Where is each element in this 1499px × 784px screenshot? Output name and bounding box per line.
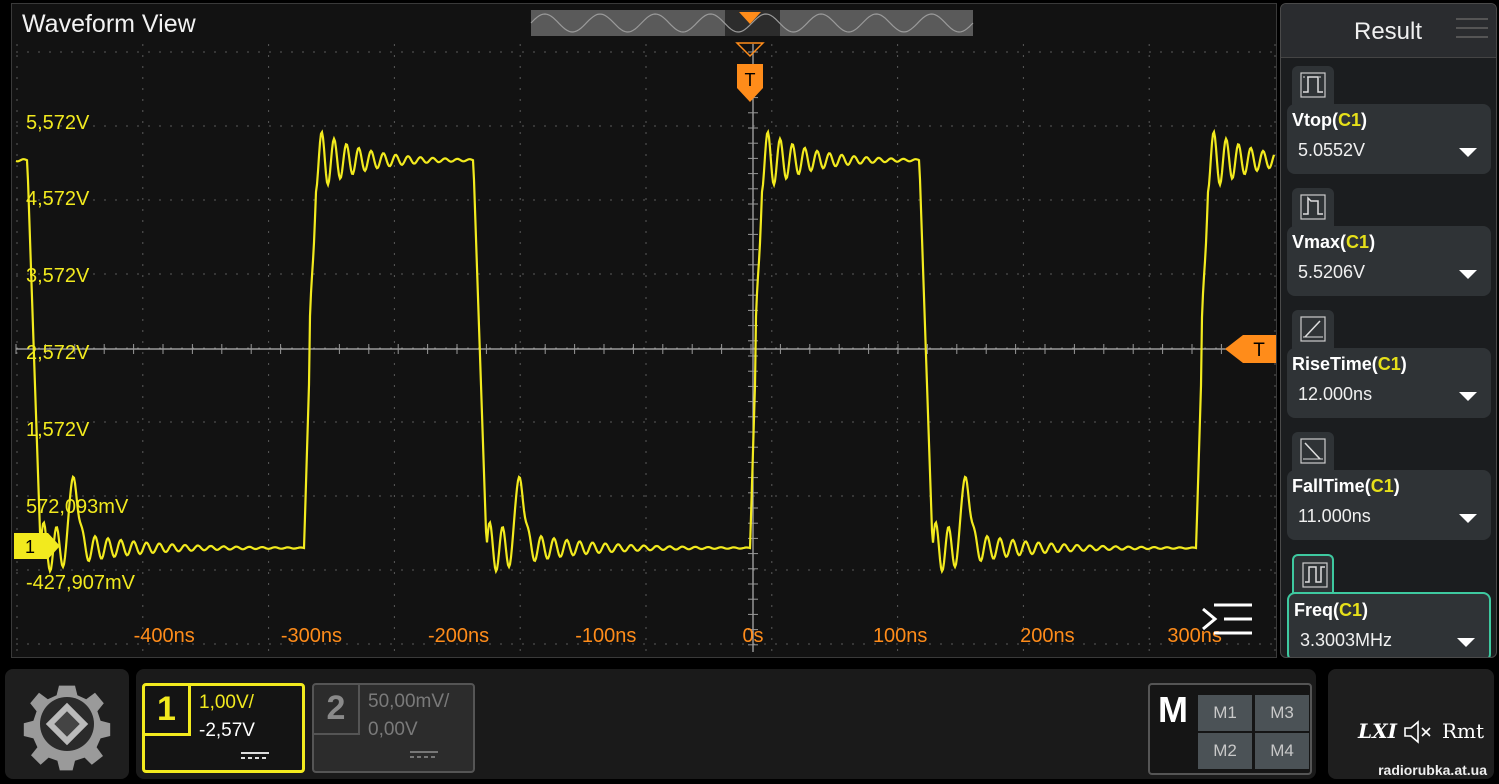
measurement-vmax[interactable]: Vmax(C1) 5.5206V: [1287, 188, 1491, 302]
y-axis-label: 3,572V: [26, 265, 90, 287]
measurement-value: 12.000ns: [1298, 384, 1373, 404]
watermark: radiorubka.at.ua: [1378, 762, 1487, 778]
y-axis-label: 4,572V: [26, 188, 90, 210]
measurement-value: 5.0552V: [1298, 140, 1366, 160]
y-axis-label: -427,907mV: [26, 572, 136, 594]
result-title: Result: [1354, 18, 1423, 45]
x-axis-label: -300ns: [281, 625, 342, 647]
measurement-label: RiseTime(C1): [1292, 354, 1407, 374]
channel-1-scale: 1,00V/: [199, 692, 254, 713]
speaker-mute-icon[interactable]: [1402, 719, 1436, 745]
pulse-max-icon: [1292, 188, 1334, 228]
rise-time-icon: [1292, 310, 1334, 350]
x-axis-label: 200ns: [1020, 625, 1075, 647]
dropdown-arrow-icon[interactable]: [1459, 148, 1477, 157]
measurement-label: Vtop(C1): [1292, 110, 1368, 130]
channel-2-scale: 50,00mV/: [368, 691, 450, 712]
math-m4-button[interactable]: M4: [1255, 733, 1309, 769]
dropdown-arrow-icon[interactable]: [1459, 514, 1477, 523]
dc-coupling-icon: [241, 752, 269, 762]
bottom-toolbar: 1 1,00V/ -2,57V 2 50,00mV/ 0,00V M M1 M3…: [0, 663, 1499, 784]
math-panel: M M1 M3 M2 M4: [1148, 683, 1312, 775]
result-header: Result: [1281, 4, 1496, 58]
measurement-risetime[interactable]: RiseTime(C1) 12.000ns: [1287, 310, 1491, 424]
dropdown-arrow-icon[interactable]: [1459, 392, 1477, 401]
measurement-falltime[interactable]: FallTime(C1) 11.000ns: [1287, 432, 1491, 546]
waveform-canvas[interactable]: 5,572V 4,572V 3,572V 2,572V 1,572V 572,093mV -…: [12, 4, 1277, 658]
measurement-label: Vmax(C1): [1292, 232, 1376, 252]
trigger-level-marker[interactable]: T: [1225, 335, 1277, 363]
channel-1-offset: -2,57V: [199, 720, 255, 741]
trigger-marker-label: T: [745, 70, 756, 90]
channel-1-marker-label: 1: [25, 537, 35, 557]
pulse-top-icon: [1292, 66, 1334, 106]
measurement-value: 11.000ns: [1298, 506, 1371, 526]
time-overview-bar[interactable]: [530, 10, 974, 36]
x-axis-label: -200ns: [428, 625, 489, 647]
lxi-status[interactable]: LXI: [1358, 719, 1397, 743]
measurement-vtop[interactable]: Vtop(C1) 5.0552V: [1287, 66, 1491, 180]
channel-1-number: 1: [145, 686, 191, 736]
result-panel: Result Vtop(C1) 5.0552V Vmax(C1) 5.5206V…: [1280, 3, 1497, 658]
channel-1-button[interactable]: 1 1,00V/ -2,57V: [142, 683, 305, 773]
fall-time-icon: [1292, 432, 1334, 472]
x-axis-label: -100ns: [575, 625, 636, 647]
dropdown-arrow-icon[interactable]: [1457, 638, 1475, 647]
channel-1-trace: [15, 128, 1276, 575]
math-m3-button[interactable]: M3: [1255, 695, 1309, 731]
measurement-label: FallTime(C1): [1292, 476, 1400, 496]
y-axis-label: 572,093mV: [26, 496, 129, 518]
waveform-view[interactable]: 5,572V 4,572V 3,572V 2,572V 1,572V 572,093mV -…: [11, 3, 1277, 658]
y-axis-label: 5,572V: [26, 112, 90, 134]
measurement-value: 3.3003MHz: [1300, 630, 1393, 650]
math-m2-button[interactable]: M2: [1198, 733, 1252, 769]
main-menu-button[interactable]: [5, 669, 129, 779]
x-axis-label: 100ns: [873, 625, 928, 647]
channel-2-number: 2: [314, 685, 360, 735]
measurement-value: 5.5206V: [1298, 262, 1366, 282]
math-m1-button[interactable]: M1: [1198, 695, 1252, 731]
grid: [15, 44, 1276, 652]
y-axis-label: 2,572V: [26, 342, 90, 364]
channel-controls: 1 1,00V/ -2,57V 2 50,00mV/ 0,00V M M1 M3…: [136, 669, 1316, 779]
channel-2-offset: 0,00V: [368, 719, 418, 740]
channel-2-button[interactable]: 2 50,00mV/ 0,00V: [312, 683, 475, 773]
math-button[interactable]: M: [1154, 689, 1192, 739]
x-axis-label: 300ns: [1167, 625, 1222, 647]
result-menu-icon[interactable]: [1456, 18, 1488, 40]
remote-status[interactable]: Rmt: [1442, 719, 1484, 743]
x-axis-label: 0s: [742, 625, 763, 647]
measurement-freq[interactable]: Freq(C1) 3.3003MHz: [1287, 554, 1491, 657]
frequency-icon: [1292, 554, 1334, 594]
dc-coupling-icon: [410, 751, 438, 761]
y-axis-label: 1,572V: [26, 419, 90, 441]
measurement-label: Freq(C1): [1294, 600, 1369, 620]
x-axis-label: -400ns: [134, 625, 195, 647]
dropdown-arrow-icon[interactable]: [1459, 270, 1477, 279]
waveform-title: Waveform View: [22, 10, 196, 38]
trigger-level-label: T: [1253, 340, 1265, 361]
gear-logo-icon: [23, 685, 111, 771]
